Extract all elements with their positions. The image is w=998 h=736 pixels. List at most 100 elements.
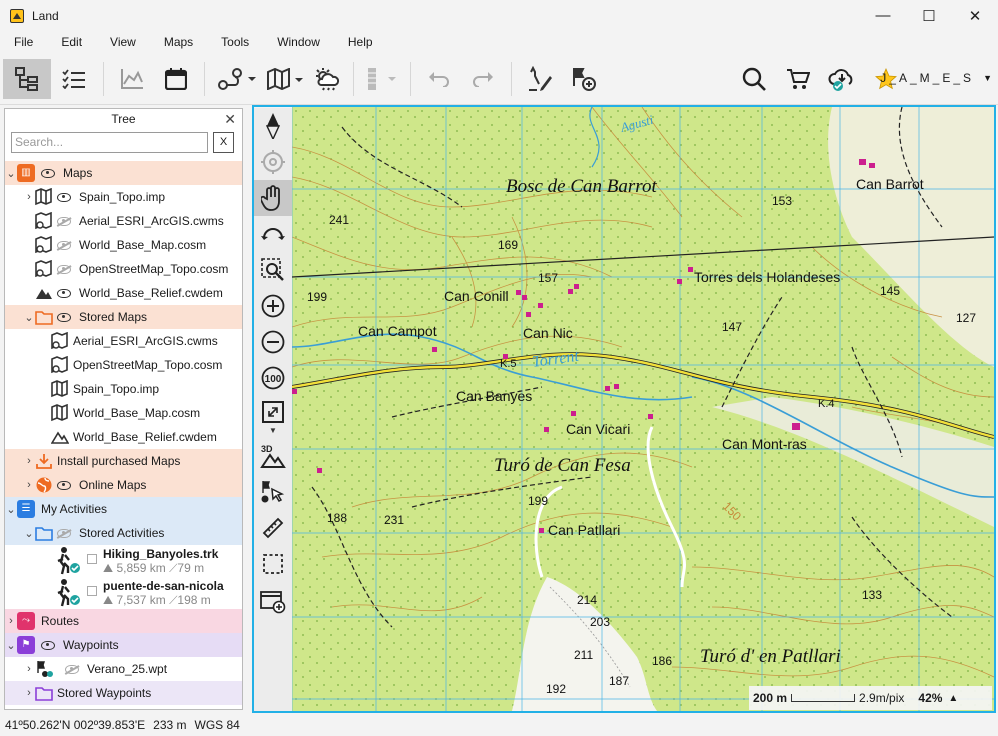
title-bar: Land — ☐ ✕	[0, 0, 998, 31]
tree-stored-map-item[interactable]: Spain_Topo.imp	[5, 377, 242, 401]
select-area-button[interactable]	[254, 546, 292, 582]
tree-map-item[interactable]: Aerial_ESRI_ArcGIS.cwms	[5, 209, 242, 233]
tree-my-activities[interactable]: ⌄ ☰ My Activities	[5, 497, 242, 521]
tree-stored-maps[interactable]: ⌄ Stored Maps	[5, 305, 242, 329]
zoom-100-button[interactable]: 100	[254, 360, 292, 396]
track-tool-button[interactable]	[518, 59, 562, 99]
waypoint-add-button[interactable]	[562, 59, 606, 99]
fit-button[interactable]: ▼	[254, 396, 292, 438]
chevron-right-icon[interactable]: ›	[5, 615, 17, 627]
tree-map-item[interactable]: World_Base_Relief.cwdem	[5, 281, 242, 305]
tree-maps[interactable]: ⌄ ▥ Maps	[5, 161, 242, 185]
map-label: Can Conill	[444, 288, 509, 304]
chevron-right-icon[interactable]: ›	[23, 455, 35, 467]
search-clear-button[interactable]: X	[213, 131, 234, 153]
tree-map-item[interactable]: World_Base_Map.cosm	[5, 233, 242, 257]
shop-button[interactable]	[776, 59, 820, 99]
chevron-right-icon[interactable]: ›	[23, 479, 35, 491]
rotate-button[interactable]	[254, 216, 292, 252]
tree-map-item[interactable]: OpenStreetMap_Topo.cosm	[5, 257, 242, 281]
tree-install-maps[interactable]: › Install purchased Maps	[5, 449, 242, 473]
pan-button[interactable]	[254, 180, 292, 216]
menu-file[interactable]: File	[0, 35, 47, 49]
chevron-down-icon[interactable]: ⌄	[5, 503, 17, 516]
cloud-sync-button[interactable]	[820, 59, 864, 99]
zoom-area-button[interactable]	[254, 252, 292, 288]
chevron-down-icon[interactable]: ⌄	[5, 639, 17, 652]
chevron-right-icon[interactable]: ›	[23, 191, 35, 203]
eye-icon[interactable]	[57, 192, 71, 202]
eye-off-icon[interactable]	[57, 216, 71, 226]
activity-item[interactable]: puente-de-san-nicola ⛰ 7,537 km ⟋198 m	[5, 577, 242, 609]
add-screen-button[interactable]	[254, 584, 292, 620]
eye-off-icon[interactable]	[65, 664, 79, 674]
eye-icon[interactable]	[57, 480, 71, 490]
close-button[interactable]: ✕	[952, 0, 998, 31]
tree-routes[interactable]: › ⤳ Routes	[5, 609, 242, 633]
undo-button[interactable]	[417, 59, 461, 99]
zoom-level[interactable]: 42%	[918, 691, 942, 705]
3d-button[interactable]: 3D	[254, 438, 292, 474]
eye-icon[interactable]	[57, 288, 71, 298]
tree-stored-map-item[interactable]: Aerial_ESRI_ArcGIS.cwms	[5, 329, 242, 353]
route-button[interactable]	[211, 59, 263, 99]
redo-button[interactable]	[461, 59, 505, 99]
menu-help[interactable]: Help	[334, 35, 387, 49]
measure-button[interactable]	[254, 510, 292, 546]
menu-tools[interactable]: Tools	[207, 35, 263, 49]
search-input[interactable]	[11, 131, 208, 153]
select-point-button[interactable]	[254, 474, 292, 510]
chevron-right-icon[interactable]: ›	[23, 687, 35, 699]
user-dropdown-icon[interactable]: ▼	[983, 73, 992, 83]
search-button[interactable]	[732, 59, 776, 99]
chevron-down-icon[interactable]: ⌄	[5, 167, 17, 180]
zoom-out-button[interactable]	[254, 324, 292, 360]
map-label: Can Nic	[523, 325, 573, 341]
chart-button[interactable]	[110, 59, 154, 99]
panel-close-icon[interactable]: ✕	[224, 109, 236, 129]
tree-waypoints[interactable]: ⌄ ⚑ Waypoints	[5, 633, 242, 657]
locate-button[interactable]	[254, 144, 292, 180]
tree-stored-activities[interactable]: ⌄ Stored Activities	[5, 521, 242, 545]
menu-edit[interactable]: Edit	[47, 35, 96, 49]
tree-stored-map-item[interactable]: World_Base_Map.cosm	[5, 401, 242, 425]
tree-online-maps[interactable]: › Online Maps	[5, 473, 242, 497]
compass-button[interactable]	[254, 108, 292, 144]
eye-icon[interactable]	[41, 640, 55, 650]
menu-window[interactable]: Window	[263, 35, 334, 49]
chevron-right-icon[interactable]: ›	[23, 663, 35, 675]
tree-view-button[interactable]	[3, 58, 51, 99]
tree-waypoint-file[interactable]: › Verano_25.wpt	[5, 657, 242, 681]
activity-item[interactable]: Hiking_Banyoles.trk ⛰ 5,859 km ⟋79 m	[5, 545, 242, 577]
eye-icon[interactable]	[41, 168, 55, 178]
chevron-up-icon[interactable]: ▲	[948, 693, 958, 704]
online-map-icon	[35, 260, 52, 278]
calendar-button[interactable]	[154, 59, 198, 99]
eye-off-icon[interactable]	[57, 240, 71, 250]
list-button[interactable]	[51, 59, 97, 99]
eye-icon[interactable]	[57, 312, 71, 322]
map-button[interactable]	[263, 59, 307, 99]
tree-stored-waypoints[interactable]: › Stored Waypoints	[5, 681, 242, 705]
weather-button[interactable]	[307, 59, 347, 99]
maximize-button[interactable]: ☐	[906, 0, 952, 31]
tree-stored-map-item[interactable]: World_Base_Relief.cwdem	[5, 425, 242, 449]
eye-off-icon[interactable]	[57, 528, 71, 538]
map-view[interactable]: Bosc de Can Barrot Can Barrot Torres del…	[292, 107, 994, 711]
chevron-down-icon[interactable]: ▼	[269, 426, 277, 435]
layers-button[interactable]	[360, 59, 404, 99]
menu-view[interactable]: View	[96, 35, 150, 49]
minimize-button[interactable]: —	[860, 0, 906, 31]
tree-stored-map-item[interactable]: OpenStreetMap_Topo.cosm	[5, 353, 242, 377]
status-datum: WGS 84	[194, 718, 240, 732]
activity-checkbox[interactable]	[87, 554, 97, 564]
user-name[interactable]: J_A_M_E_S	[880, 71, 974, 85]
zoom-in-button[interactable]	[254, 288, 292, 324]
chevron-down-icon[interactable]: ⌄	[23, 527, 35, 540]
rotate-icon	[261, 228, 285, 240]
menu-maps[interactable]: Maps	[150, 35, 207, 49]
chevron-down-icon[interactable]: ⌄	[23, 311, 35, 324]
activity-checkbox[interactable]	[87, 586, 97, 596]
tree-map-item[interactable]: › Spain_Topo.imp	[5, 185, 242, 209]
eye-off-icon[interactable]	[57, 264, 71, 274]
